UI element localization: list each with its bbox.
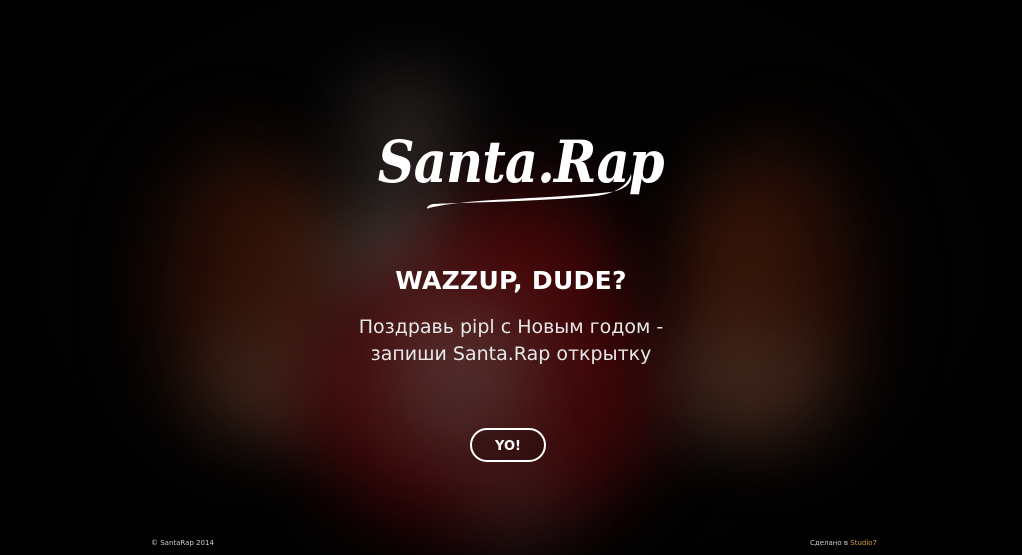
hero-section: Santa.Rap WAZZUP, DUDE? Поздравь pipl с … <box>0 0 1022 555</box>
page-headline: WAZZUP, DUDE? <box>395 266 627 295</box>
tagline: Поздравь pipl с Новым годом - запиши San… <box>0 314 1022 368</box>
footer-copyright: © SantaRap 2014 <box>151 539 214 547</box>
tagline-line-1: Поздравь pipl с Новым годом - <box>358 316 664 338</box>
santa-rap-logo: Santa.Rap <box>361 126 665 221</box>
tagline-line-2: запиши Santa.Rap открытку <box>370 343 652 365</box>
logo-swash-icon <box>426 174 632 209</box>
studio7-link[interactable]: Studio7 <box>850 539 877 547</box>
made-by-prefix: Сделано в <box>810 539 849 547</box>
footer-made-by: Сделано в Studio7 <box>810 539 877 547</box>
yo-button[interactable]: YO! <box>470 428 546 462</box>
